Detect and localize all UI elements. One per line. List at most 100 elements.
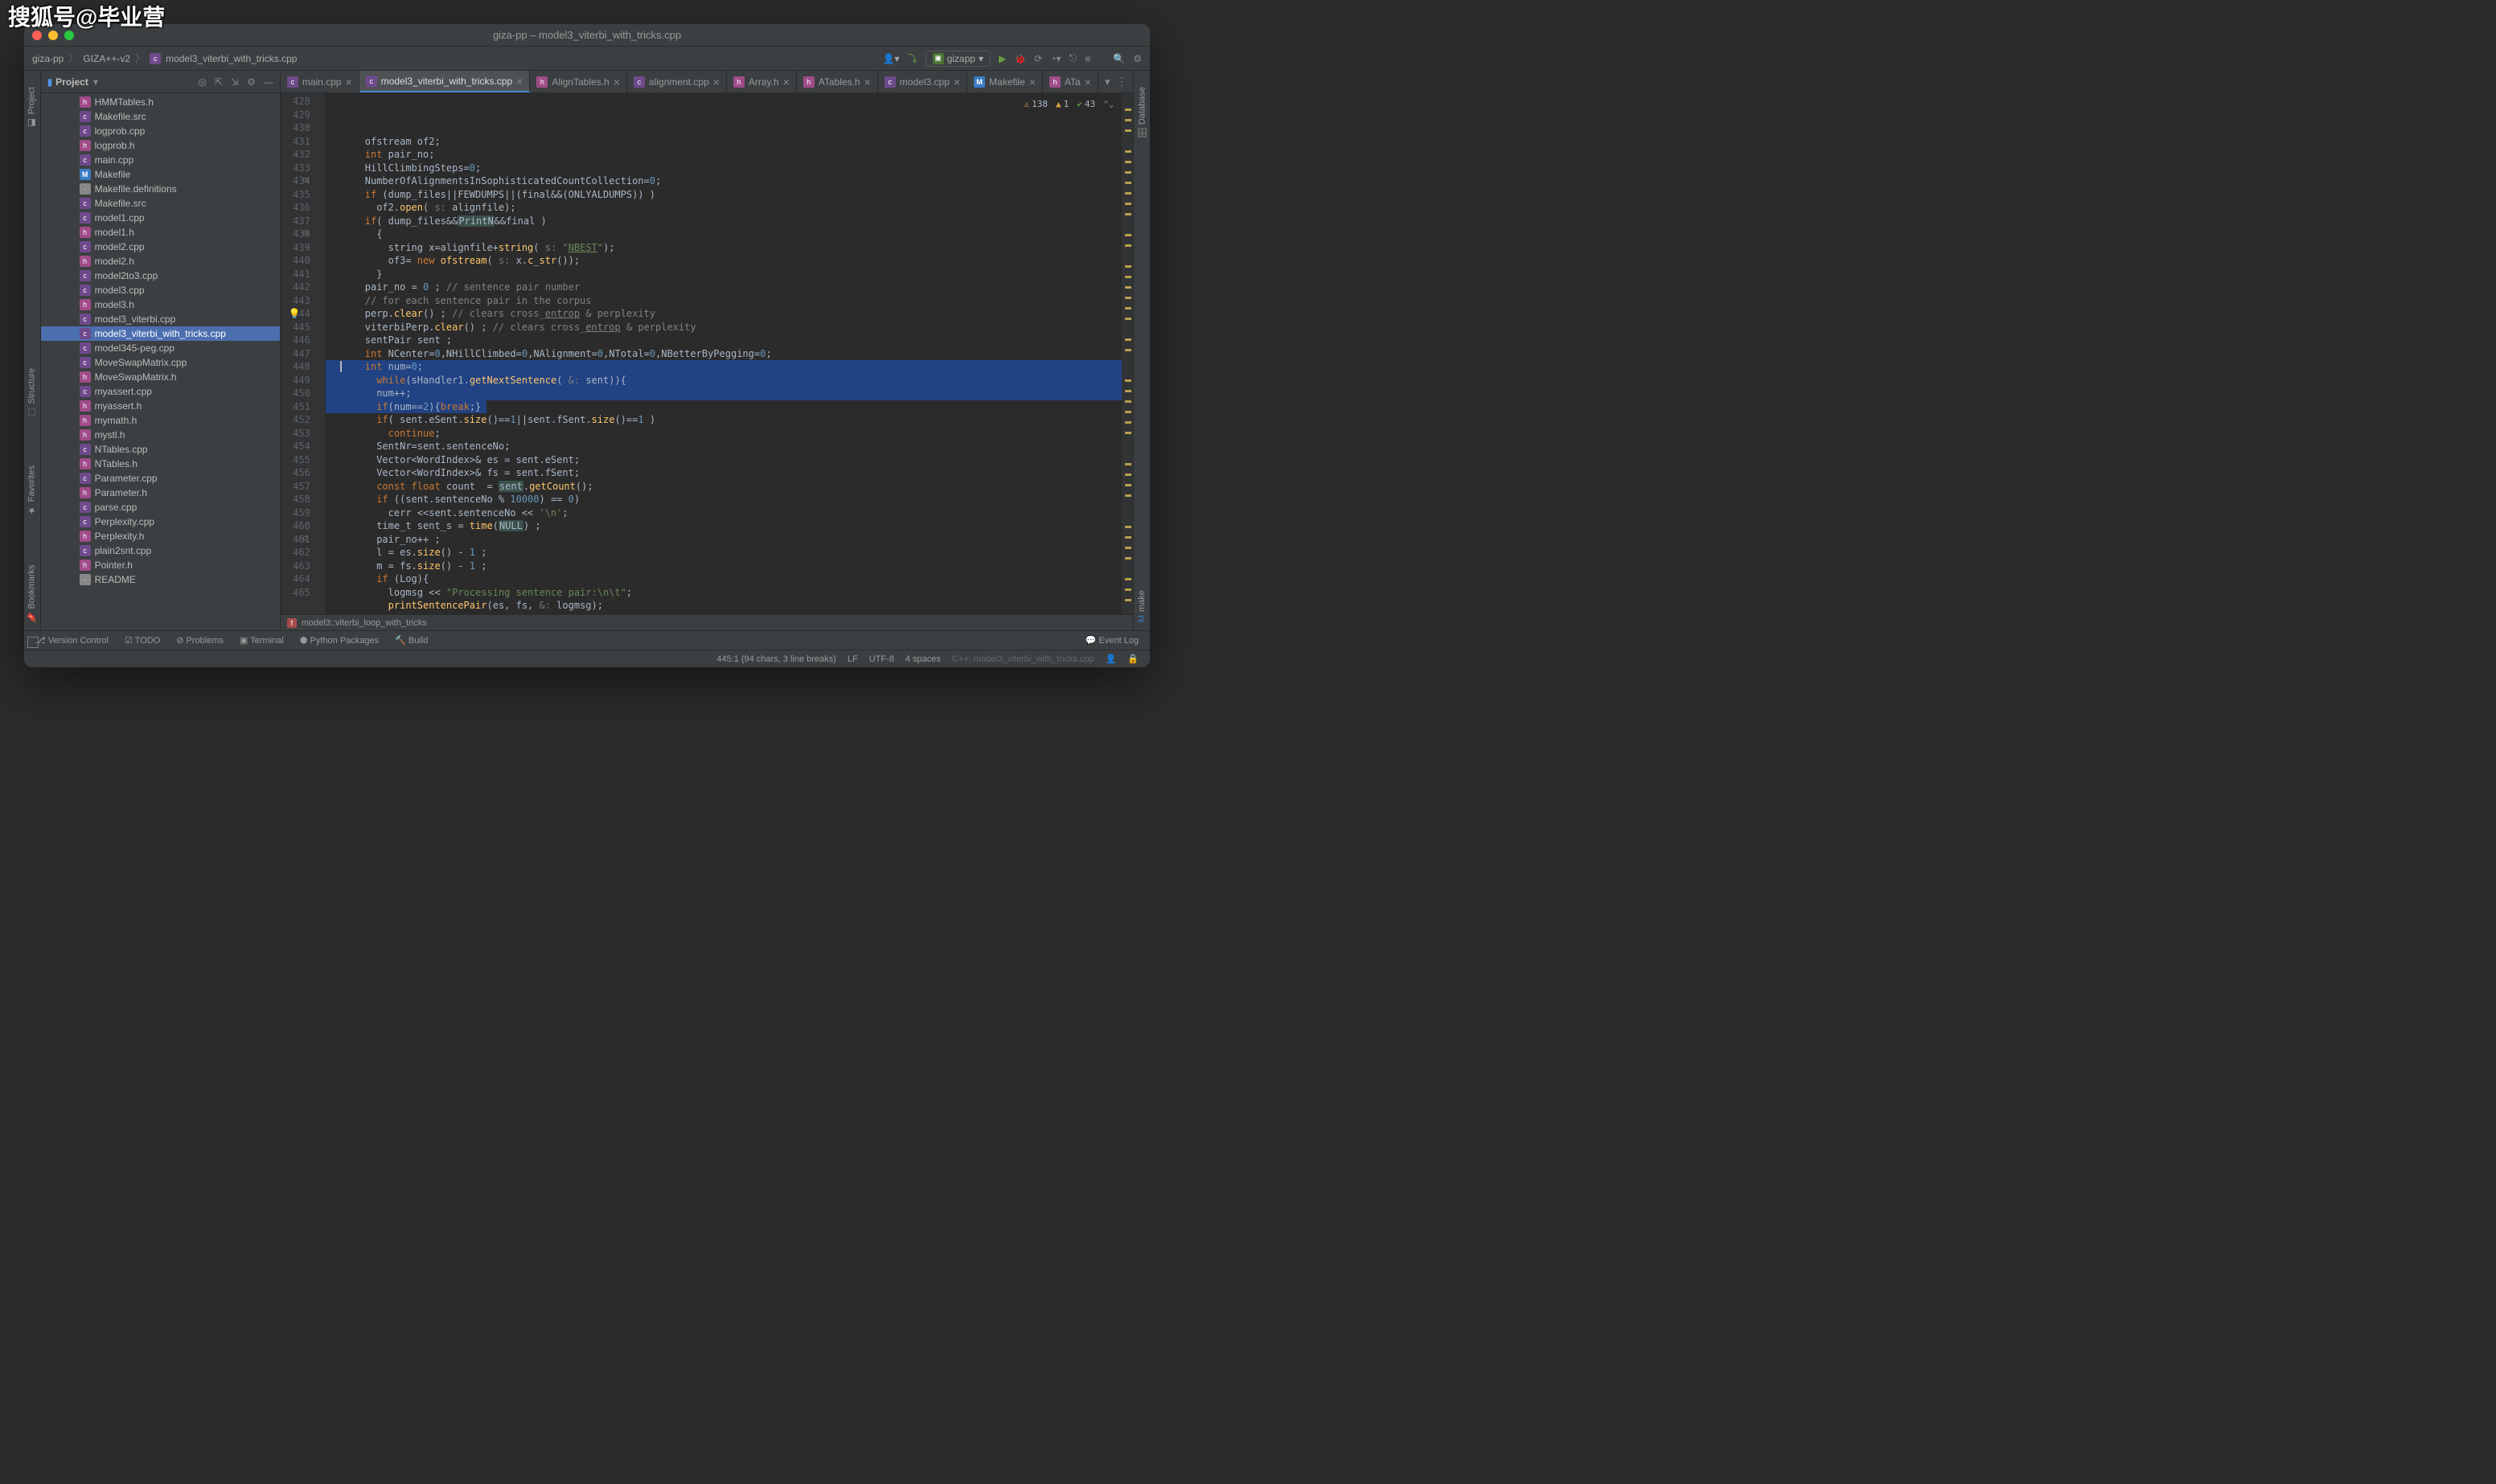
tool-window-database[interactable]: 🗄Database [1137,87,1147,139]
tree-item[interactable]: hMoveSwapMatrix.h [41,370,280,384]
code-line[interactable]: if ((sent.sentenceNo % 10000) == 0) [326,493,1123,506]
warning-marker[interactable] [1125,161,1131,163]
tree-item[interactable]: hmodel2.h [41,254,280,269]
code-line[interactable]: SentNr=sent.sentenceNo; [326,440,1123,453]
warning-marker[interactable] [1125,265,1131,268]
warning-marker[interactable] [1125,129,1131,132]
code-line[interactable]: sentPair sent ; [326,334,1123,347]
close-window-button[interactable] [32,31,42,40]
warning-marker[interactable] [1125,307,1131,310]
code-line[interactable]: HillClimbingSteps=0; [326,162,1123,175]
inspection-widget[interactable]: ⚠138 ▲1 ✔43 ⌃⌄ [1021,96,1118,113]
line-gutter[interactable]: 428429430431432433434⊟435436437438⊟43944… [281,93,326,614]
code-line[interactable]: pair_no++ ; [326,533,1123,547]
code-line[interactable]: const float count = sent.getCount(); [326,480,1123,494]
tree-item[interactable]: cParameter.cpp [41,471,280,486]
code-line[interactable]: cerr <<sent.sentenceNo << '\n'; [326,506,1123,520]
code-line[interactable]: while(sHandler1.getNextSentence( &: sent… [326,374,1123,387]
breadcrumb-item[interactable]: GIZA++-v2 [83,53,130,64]
tree-item[interactable]: cmodel2.cpp [41,240,280,254]
chevron-up-down-icon[interactable]: ⌃⌄ [1103,98,1114,112]
warning-marker[interactable] [1125,432,1131,434]
code-line[interactable]: } [326,268,1123,281]
code-line[interactable]: of2.open( s: alignfile); [326,201,1123,215]
warning-marker[interactable] [1125,536,1131,539]
code-line[interactable]: NumberOfAlignmentsInSophisticatedCountCo… [326,174,1123,188]
project-tree[interactable]: hHMMTables.hcMakefile.srcclogprob.cpphlo… [41,93,280,630]
editor-tab[interactable]: calignment.cpp× [627,71,727,92]
tree-item[interactable]: cplain2snt.cpp [41,543,280,558]
minimize-window-button[interactable] [48,31,58,40]
tree-item[interactable]: clogprob.cpp [41,124,280,138]
tree-item[interactable]: cNTables.cpp [41,442,280,457]
warning-marker[interactable] [1125,297,1131,299]
tool-window-make[interactable]: Mmake [1137,590,1147,622]
code-line[interactable]: perp.clear() ; // clears cross_entrop & … [326,307,1123,321]
build-icon[interactable]: ⤵ [908,51,918,65]
warning-marker[interactable] [1125,203,1131,205]
close-icon[interactable]: × [346,76,352,88]
editor-content[interactable]: 428429430431432433434⊟435436437438⊟43944… [281,93,1134,614]
warning-marker[interactable] [1125,390,1131,392]
tool-problems[interactable]: ⊘ Problems [176,635,224,646]
debug-button[interactable]: 🐞 [1014,53,1026,64]
warning-marker[interactable] [1125,234,1131,236]
code-line[interactable]: viterbiPerp.clear() ; // clears cross_en… [326,321,1123,334]
code-line[interactable]: for (i = 0 ; i <= l ; i++) [326,613,1123,615]
code-line[interactable]: time_t sent_s = time(NULL) ; [326,519,1123,533]
tree-item[interactable]: cmodel3.cpp [41,283,280,297]
tree-item[interactable]: hPointer.h [41,558,280,572]
tree-item[interactable]: hmodel1.h [41,225,280,240]
tree-item[interactable]: hmodel3.h [41,297,280,312]
tree-item[interactable]: cmodel345-peg.cpp [41,341,280,355]
fold-icon[interactable]: ⊟ [303,228,308,241]
tree-item[interactable]: hlogprob.h [41,138,280,153]
editor-tab[interactable]: hArray.h× [727,71,797,92]
close-icon[interactable]: × [783,76,790,88]
settings-icon[interactable]: ⚙ [1133,53,1142,64]
close-icon[interactable]: × [864,76,871,88]
fold-icon[interactable]: ⊟ [303,533,308,547]
tree-item[interactable]: cPerplexity.cpp [41,514,280,529]
warning-marker[interactable] [1125,473,1131,476]
tool-window-project[interactable]: ◧Project [27,87,37,128]
code-line[interactable]: if( dump_files&&PrintN&&final ) [326,215,1123,228]
coverage-button[interactable]: ⟳ [1034,53,1042,64]
close-icon[interactable]: × [713,76,720,88]
warning-marker[interactable] [1125,578,1131,580]
code-line[interactable]: Vector<WordIndex>& es = sent.eSent; [326,453,1123,467]
warning-marker[interactable] [1125,192,1131,195]
warning-count[interactable]: ▲1 [1056,98,1069,112]
code-line[interactable]: int pair_no; [326,148,1123,162]
code-line[interactable]: ofstream of2; [326,135,1123,149]
tree-item[interactable]: hmymath.h [41,413,280,428]
code-line[interactable]: // for each sentence pair in the corpus [326,294,1123,308]
close-icon[interactable]: × [954,76,960,88]
inspection-profile-icon[interactable]: 👤 [1106,654,1117,664]
code-line[interactable]: Vector<WordIndex>& fs = sent.fSent; [326,466,1123,480]
warning-marker[interactable] [1125,484,1131,486]
code-line[interactable]: m = fs.size() - 1 ; [326,560,1123,573]
indent-setting[interactable]: 4 spaces [905,654,941,664]
code-line[interactable]: string x=alignfile+string( s: "NBEST"); [326,241,1123,255]
tree-item[interactable]: cmodel2to3.cpp [41,269,280,283]
tool-todo[interactable]: ☑ TODO [125,635,160,646]
editor-tab[interactable]: hATables.h× [797,71,878,92]
typo-count[interactable]: ✔43 [1077,98,1095,112]
warning-marker[interactable] [1125,171,1131,174]
lock-icon[interactable]: 🔒 [1127,654,1139,664]
maximize-window-button[interactable] [64,31,74,40]
error-count[interactable]: ⚠138 [1024,98,1049,112]
close-icon[interactable]: × [1085,76,1091,88]
expand-all-icon[interactable]: ⇱ [215,76,223,88]
warning-marker[interactable] [1125,182,1131,184]
attach-button[interactable]: ⎋ [1069,52,1078,64]
code-line[interactable]: if (Log){ [326,572,1123,586]
warning-marker[interactable] [1125,244,1131,247]
warning-marker[interactable] [1125,379,1131,382]
file-encoding[interactable]: UTF-8 [869,654,894,664]
tree-item[interactable]: cmodel3_viterbi_with_tricks.cpp [41,326,280,341]
hide-icon[interactable]: — [264,76,273,88]
editor-breadcrumb[interactable]: f model3::viterbi_loop_with_tricks [281,614,1134,630]
tool-terminal[interactable]: ▣ Terminal [240,635,284,646]
